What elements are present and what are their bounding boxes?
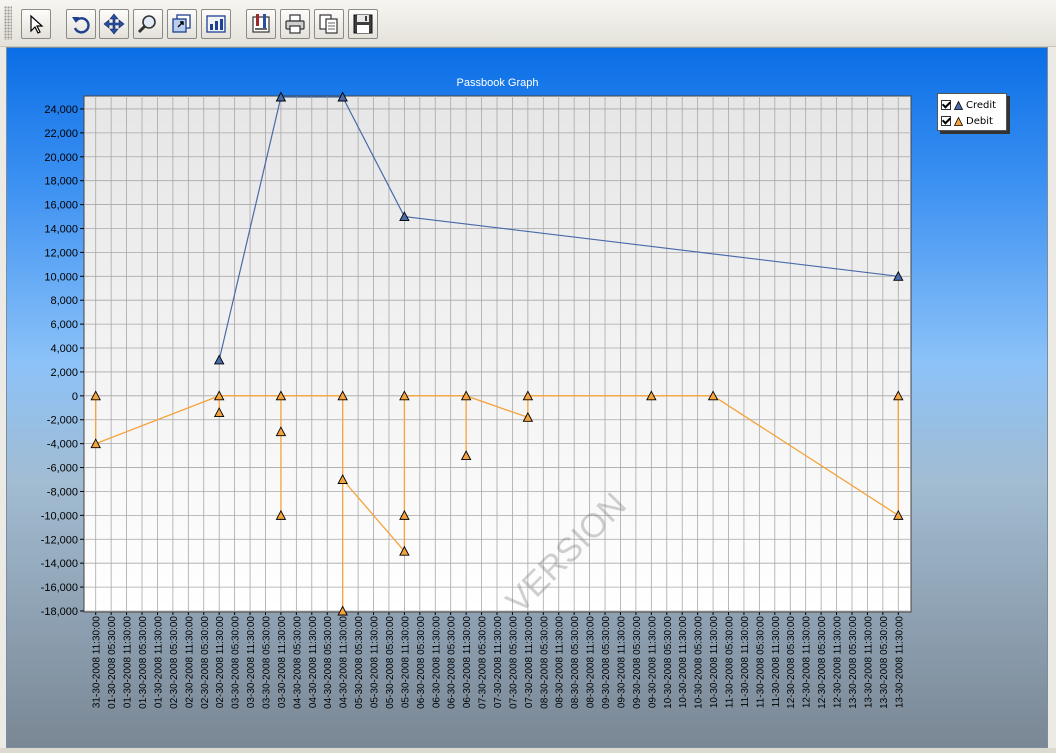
y-tick-label: -18,000 [41, 606, 78, 618]
x-tick-label: 11-30-2008 05:30:00 [755, 616, 766, 709]
y-tick-label: 24,000 [44, 104, 78, 116]
y-tick-label: 0 [72, 391, 78, 403]
y-tick-label: 20,000 [44, 152, 78, 164]
x-tick-label: 04-30-2008 11:30:00 [308, 616, 319, 709]
x-tick-label: 06-30-2008 11:30:00 [462, 616, 473, 709]
chart-legend: Credit Debit [937, 93, 1007, 131]
x-tick-label: 13-30-2008 05:30:00 [879, 616, 890, 709]
x-tick-label: 03-30-2008 11:30:00 [246, 616, 257, 709]
legend-label-debit: Debit [966, 115, 993, 127]
x-tick-label: 13-30-2008 11:30:00 [863, 616, 874, 709]
x-tick-label: 05-30-2008 11:30:00 [400, 616, 411, 709]
y-tick-label: -4,000 [47, 439, 78, 451]
plot-area [83, 95, 912, 613]
passbook-chart: 24,000 22,000 20,000 18,000 16,000 14,000 12,0… [41, 77, 912, 709]
x-tick-label: 12-30-2008 05:30:00 [786, 616, 797, 709]
x-tick-label: 08-30-2008 11:30:00 [586, 616, 597, 709]
legend-item-debit[interactable]: Debit [941, 114, 993, 128]
x-tick-label: 09-30-2008 11:30:00 [647, 616, 658, 709]
legend-item-credit[interactable]: Credit [941, 98, 996, 112]
x-tick-label: 13-30-2008 05:30:00 [848, 616, 859, 709]
credit-triangle-icon [954, 100, 963, 110]
y-tick-label: 6,000 [50, 319, 78, 331]
x-tick-label: 10-30-2008 11:30:00 [709, 616, 720, 709]
chart-title: Passbook Graph [457, 77, 539, 89]
y-tick-label: 22,000 [44, 128, 78, 140]
x-tick-label: 04-30-2008 05:30:00 [323, 616, 334, 709]
debit-triangle-icon [954, 116, 963, 126]
x-tick-label: 09-30-2008 05:30:00 [632, 616, 643, 709]
x-tick-label: 12-30-2008 11:30:00 [802, 616, 813, 709]
x-tick-label: 11-30-2008 11:30:00 [771, 616, 782, 708]
y-tick-label: -2,000 [47, 415, 78, 427]
x-tick-label: 07-30-2008 11:30:00 [524, 616, 535, 709]
x-tick-label: 03-30-2008 05:30:00 [261, 616, 272, 709]
x-tick-label: 07-30-2008 11:30:00 [493, 616, 504, 709]
x-tick-label: 10-30-2008 11:30:00 [678, 616, 689, 709]
x-tick-label: 11-30-2008 05:30:00 [725, 616, 736, 709]
x-tick-label: 31-30-2008 11:30:00 [92, 616, 103, 709]
x-tick-label: 03-30-2008 05:30:00 [231, 616, 242, 709]
x-tick-label: 12-30-2008 05:30:00 [817, 616, 828, 709]
y-tick-label: 14,000 [44, 223, 78, 235]
x-tick-label: 05-30-2008 11:30:00 [370, 616, 381, 709]
x-tick-label: 06-30-2008 11:30:00 [431, 616, 442, 709]
y-tick-label: 12,000 [44, 247, 78, 259]
legend-label-credit: Credit [966, 99, 997, 111]
x-tick-label: 09-30-2008 11:30:00 [616, 616, 627, 709]
x-tick-label: 01-30-2008 11:30:00 [123, 616, 134, 709]
y-tick-label: -8,000 [47, 486, 78, 498]
x-tick-label: 07-30-2008 05:30:00 [508, 616, 519, 709]
credit-checkbox[interactable] [941, 100, 951, 110]
x-tick-label: 03-30-2008 11:30:00 [277, 616, 288, 709]
debit-checkbox[interactable] [941, 116, 951, 126]
x-tick-label: 12-30-2008 11:30:00 [833, 616, 844, 709]
y-tick-label: -16,000 [41, 582, 78, 594]
x-tick-label: 11-30-2008 11:30:00 [740, 616, 751, 708]
y-tick-label: 4,000 [50, 343, 78, 355]
y-tick-label: 8,000 [50, 295, 78, 307]
x-tick-label: 01-30-2008 11:30:00 [153, 616, 164, 709]
y-tick-label: -12,000 [41, 534, 78, 546]
x-tick-label: 10-30-2008 05:30:00 [694, 616, 705, 709]
y-tick-label: 16,000 [44, 200, 78, 212]
y-tick-label: -14,000 [41, 558, 78, 570]
x-tick-label: 08-30-2008 05:30:00 [570, 616, 581, 709]
x-tick-label: 06-30-2008 05:30:00 [416, 616, 427, 709]
x-tick-label: 04-30-2008 11:30:00 [339, 616, 350, 709]
x-tick-label: 09-30-2008 05:30:00 [601, 616, 612, 709]
y-tick-label: 18,000 [44, 176, 78, 188]
x-tick-label: 10-30-2008 05:30:00 [663, 616, 674, 709]
x-tick-label: 01-30-2008 05:30:00 [138, 616, 149, 709]
y-tick-label: 10,000 [44, 271, 78, 283]
x-tick-label: 08-30-2008 05:30:00 [539, 616, 550, 709]
x-tick-label: 04-30-2008 05:30:00 [292, 616, 303, 709]
x-tick-label: 05-30-2008 05:30:00 [385, 616, 396, 709]
x-tick-label: 02-30-2008 05:30:00 [169, 616, 180, 709]
x-tick-label: 08-30-2008 11:30:00 [555, 616, 566, 709]
x-tick-label: 06-30-2008 05:30:00 [447, 616, 458, 709]
status-bar [0, 748, 1056, 753]
y-tick-label: -10,000 [41, 510, 78, 522]
x-tick-label: 02-30-2008 05:30:00 [200, 616, 211, 709]
x-tick-label: 07-30-2008 05:30:00 [478, 616, 489, 709]
y-tick-label: 2,000 [50, 367, 78, 379]
x-tick-label: 05-30-2008 05:30:00 [354, 616, 365, 709]
x-tick-label: 13-30-2008 11:30:00 [894, 616, 905, 709]
x-tick-label: 02-30-2008 11:30:00 [184, 616, 195, 709]
x-tick-label: 01-30-2008 05:30:00 [107, 616, 118, 709]
x-tick-label: 02-30-2008 11:30:00 [215, 616, 226, 709]
y-tick-label: -6,000 [47, 463, 78, 475]
